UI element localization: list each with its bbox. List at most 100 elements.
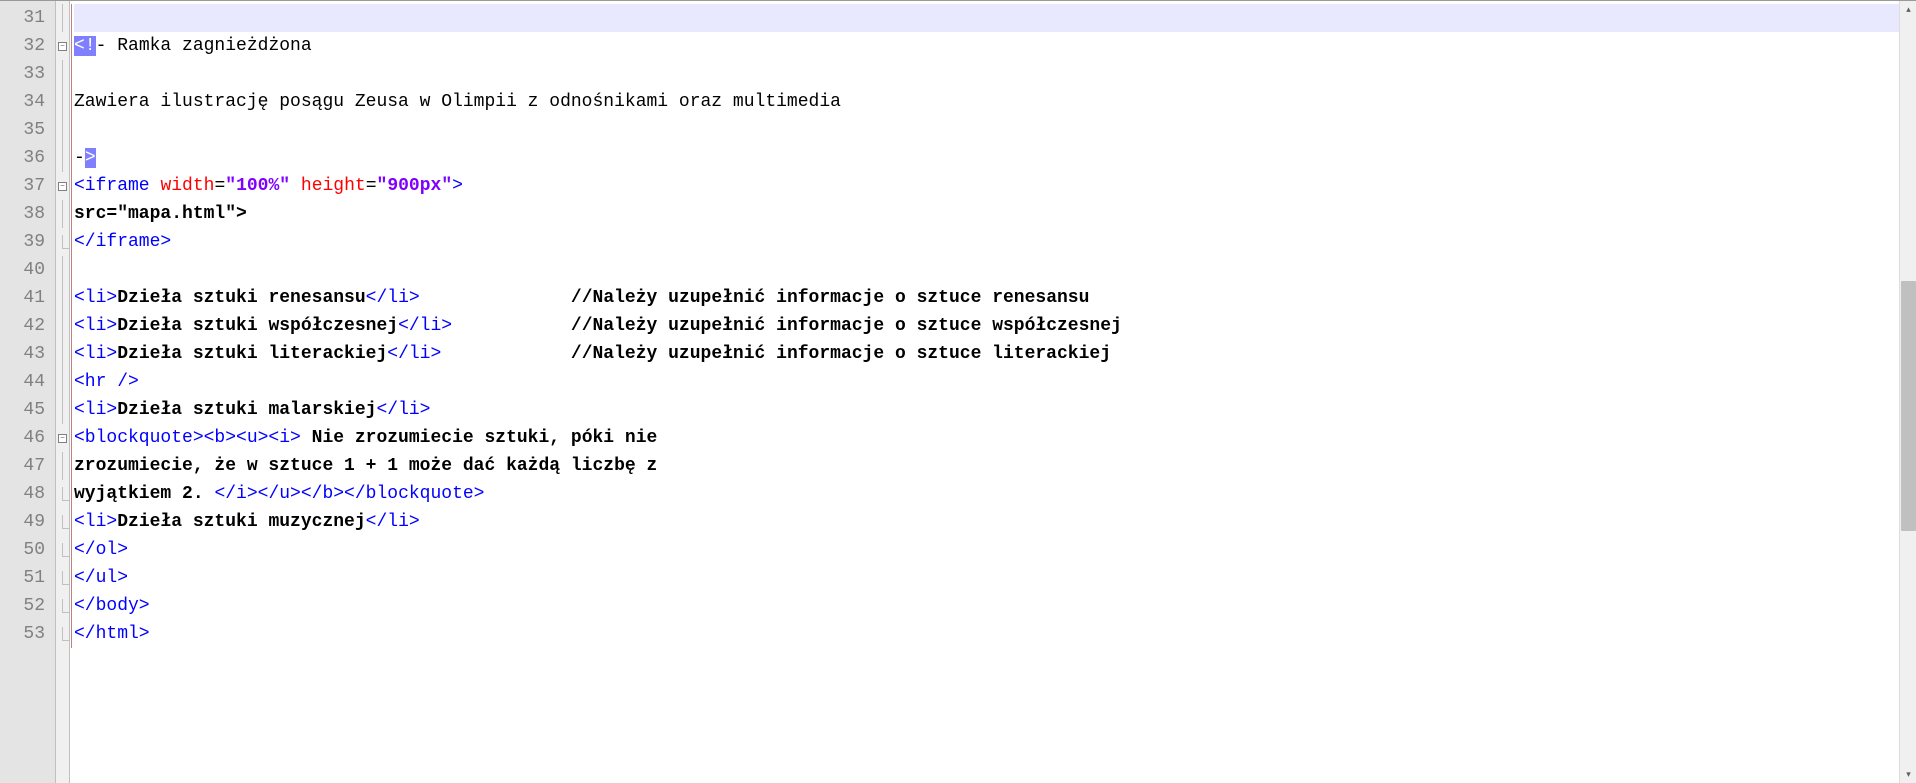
code-line[interactable]: <blockquote><b><u><i> Nie zrozumiecie sz… <box>74 424 1916 452</box>
code-line[interactable]: </iframe> <box>74 228 1916 256</box>
fold-marker[interactable] <box>56 480 69 508</box>
fold-marker[interactable] <box>56 256 69 284</box>
fold-marker[interactable]: − <box>56 172 69 200</box>
line-number[interactable]: 45 <box>0 396 55 424</box>
scrollbar-thumb[interactable] <box>1901 281 1916 531</box>
code-line[interactable] <box>74 60 1916 88</box>
code-token: //Należy uzupełnić informacje o sztuce r… <box>571 288 1089 308</box>
fold-marker[interactable] <box>56 116 69 144</box>
code-line[interactable]: -> <box>74 144 1916 172</box>
code-line[interactable]: </html> <box>74 620 1916 648</box>
line-number[interactable]: 51 <box>0 564 55 592</box>
line-number[interactable]: 52 <box>0 592 55 620</box>
line-number[interactable]: 39 <box>0 228 55 256</box>
code-token: > <box>452 176 463 196</box>
fold-marker[interactable] <box>56 564 69 592</box>
code-line[interactable]: zrozumiecie, że w sztuce 1 + 1 może dać … <box>74 452 1916 480</box>
line-number[interactable]: 33 <box>0 60 55 88</box>
code-token: <! <box>74 36 96 56</box>
code-token: "100%" <box>225 176 290 196</box>
code-token: </i></u></b></blockquote> <box>214 484 484 504</box>
line-number[interactable]: 50 <box>0 536 55 564</box>
code-token: = <box>366 176 377 196</box>
code-editor: 3132333435363738394041424344454647484950… <box>0 0 1916 783</box>
fold-marker[interactable]: − <box>56 32 69 60</box>
fold-marker[interactable] <box>56 88 69 116</box>
scroll-down-button[interactable]: ▾ <box>1900 766 1916 783</box>
line-number[interactable]: 31 <box>0 4 55 32</box>
fold-marker[interactable] <box>56 144 69 172</box>
code-token: - <box>74 148 85 168</box>
fold-marker[interactable] <box>56 620 69 648</box>
line-number[interactable]: 46 <box>0 424 55 452</box>
code-token: </li> <box>398 316 452 336</box>
line-number[interactable]: 42 <box>0 312 55 340</box>
code-token: > <box>85 148 96 168</box>
line-number[interactable]: 41 <box>0 284 55 312</box>
code-token: </iframe> <box>74 232 171 252</box>
code-line[interactable]: <hr /> <box>74 368 1916 396</box>
code-token: <li> <box>74 288 117 308</box>
code-line[interactable]: </ol> <box>74 536 1916 564</box>
code-line[interactable] <box>74 256 1916 284</box>
code-line[interactable]: <iframe width="100%" height="900px"> <box>74 172 1916 200</box>
code-token: //Należy uzupełnić informacje o sztuce w… <box>571 316 1122 336</box>
code-line[interactable]: </body> <box>74 592 1916 620</box>
fold-marker[interactable] <box>56 200 69 228</box>
fold-marker[interactable] <box>56 508 69 536</box>
scroll-up-button[interactable]: ▴ <box>1900 1 1916 18</box>
line-number[interactable]: 40 <box>0 256 55 284</box>
line-number[interactable]: 48 <box>0 480 55 508</box>
code-token <box>290 176 301 196</box>
code-line[interactable] <box>74 116 1916 144</box>
code-line[interactable]: <!- Ramka zagnieżdżona <box>74 32 1916 60</box>
code-token: src="mapa.html"> <box>74 204 247 224</box>
code-line[interactable]: <li>Dzieła sztuki współczesnej</li> //Na… <box>74 312 1916 340</box>
line-number[interactable]: 36 <box>0 144 55 172</box>
code-token: wyjątkiem 2. <box>74 484 214 504</box>
code-token: <li> <box>74 316 117 336</box>
code-token: Dzieła sztuki muzycznej <box>117 512 365 532</box>
fold-marker[interactable] <box>56 396 69 424</box>
code-line[interactable]: </ul> <box>74 564 1916 592</box>
line-number[interactable]: 43 <box>0 340 55 368</box>
code-line[interactable]: <li>Dzieła sztuki malarskiej</li> <box>74 396 1916 424</box>
line-number[interactable]: 35 <box>0 116 55 144</box>
code-token <box>150 176 161 196</box>
fold-marker[interactable] <box>56 284 69 312</box>
line-number[interactable]: 44 <box>0 368 55 396</box>
fold-marker[interactable] <box>56 60 69 88</box>
fold-marker[interactable] <box>56 4 69 32</box>
fold-marker[interactable] <box>56 312 69 340</box>
code-line[interactable] <box>74 4 1916 32</box>
code-token <box>420 288 571 308</box>
code-line[interactable]: <li>Dzieła sztuki muzycznej</li> <box>74 508 1916 536</box>
line-number[interactable]: 49 <box>0 508 55 536</box>
code-line[interactable]: <li>Dzieła sztuki renesansu</li> //Należ… <box>74 284 1916 312</box>
vertical-scrollbar[interactable]: ▴ ▾ <box>1899 1 1916 783</box>
line-number-gutter[interactable]: 3132333435363738394041424344454647484950… <box>0 1 56 783</box>
fold-marker[interactable] <box>56 340 69 368</box>
fold-marker[interactable] <box>56 536 69 564</box>
code-area[interactable]: <!- Ramka zagnieżdżona Zawiera ilustrację… <box>70 1 1916 783</box>
code-line[interactable]: wyjątkiem 2. </i></u></b></blockquote> <box>74 480 1916 508</box>
code-token: </body> <box>74 596 150 616</box>
fold-marker[interactable]: − <box>56 424 69 452</box>
fold-marker[interactable] <box>56 368 69 396</box>
code-line[interactable]: <li>Dzieła sztuki literackiej</li> //Nal… <box>74 340 1916 368</box>
code-token: zrozumiecie, że w sztuce 1 + 1 może dać … <box>74 456 657 476</box>
line-number[interactable]: 37 <box>0 172 55 200</box>
code-line[interactable]: Zawiera ilustrację posągu Zeusa w Olimpi… <box>74 88 1916 116</box>
line-number[interactable]: 53 <box>0 620 55 648</box>
code-token: <blockquote><b><u><i> <box>74 428 301 448</box>
code-line[interactable]: src="mapa.html"> <box>74 200 1916 228</box>
fold-marker[interactable] <box>56 228 69 256</box>
line-number[interactable]: 32 <box>0 32 55 60</box>
line-number[interactable]: 47 <box>0 452 55 480</box>
fold-marker[interactable] <box>56 452 69 480</box>
fold-marker[interactable] <box>56 592 69 620</box>
line-number[interactable]: 38 <box>0 200 55 228</box>
code-token: </ol> <box>74 540 128 560</box>
line-number[interactable]: 34 <box>0 88 55 116</box>
fold-column[interactable]: − − − <box>56 1 70 783</box>
